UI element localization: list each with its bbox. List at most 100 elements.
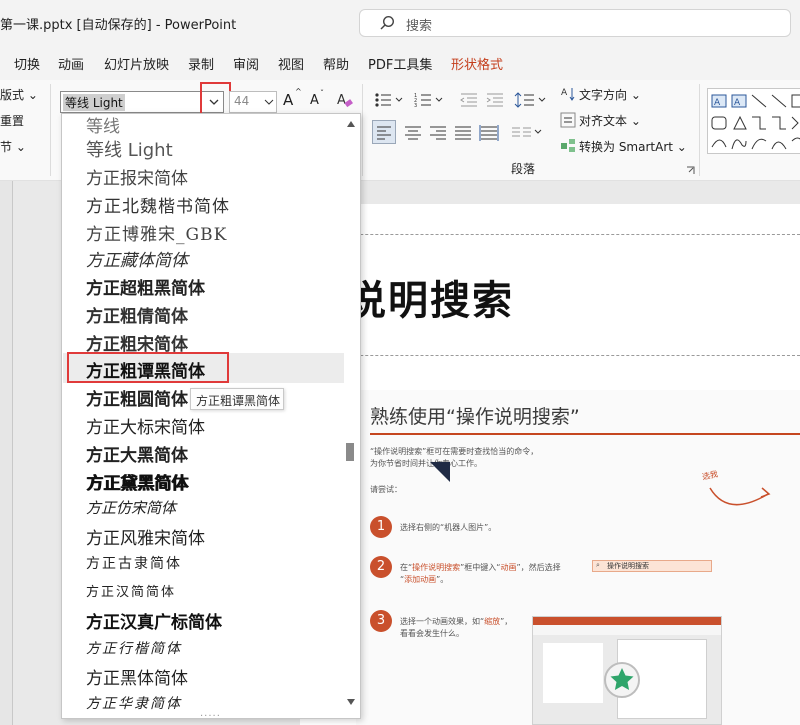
font-option[interactable]: 方正汉真广标简体 [86, 608, 222, 633]
shrink-font-button[interactable]: A [310, 93, 319, 108]
search-placeholder: 搜索 [406, 19, 433, 34]
search-box[interactable]: 搜索 [359, 9, 791, 37]
font-option[interactable]: 方正黑体简体 [86, 664, 188, 689]
slide-title-text[interactable]: 说明搜索 [346, 268, 514, 326]
align-center-icon[interactable] [402, 122, 424, 144]
tab-slideshow[interactable]: 幻灯片放映 [104, 54, 169, 73]
svg-text:A: A [561, 88, 568, 98]
zoom-effect-icon [604, 662, 640, 698]
font-name-value: 等线 Light [63, 94, 125, 111]
font-option[interactable]: 方正粗圆简体 [86, 385, 188, 410]
font-option[interactable]: 等线 Light [86, 136, 173, 162]
tab-pdf-tools[interactable]: PDF工具集 [368, 54, 432, 73]
placeholder-border-bottom [300, 355, 800, 356]
font-tooltip: 方正粗谭黑简体 [190, 388, 284, 410]
chevron-down-icon [264, 99, 274, 105]
window-title: 第一课.pptx [自动保存的] - PowerPoint [0, 18, 237, 33]
tab-review[interactable]: 审阅 [233, 54, 259, 73]
dropdown-scrollbar-thumb[interactable] [346, 443, 354, 461]
align-text-button[interactable]: 对齐文本 ⌄ [579, 112, 641, 129]
tab-transitions[interactable]: 切换 [14, 54, 40, 73]
step-2-badge: 2 [370, 556, 392, 578]
intro-line-2: 为你节省时间并让你专心工作。 [370, 459, 482, 468]
font-option[interactable]: 方正博雅宋_GBK [86, 220, 227, 245]
numbering-icon[interactable]: 123 [414, 92, 444, 108]
svg-text:3: 3 [414, 103, 417, 108]
font-dropdown-list[interactable]: 等线 等线 Light 方正报宋简体 方正北魏楷书简体 方正博雅宋_GBK 方正… [61, 113, 361, 719]
ribbon-divider [699, 84, 700, 176]
font-option[interactable]: 方正行楷简体 [86, 638, 182, 658]
align-right-icon[interactable] [427, 122, 449, 144]
dialog-launcher-icon[interactable] [686, 166, 695, 175]
font-option[interactable]: 方正汉简简体 [86, 581, 176, 600]
step-1-text: 选择右侧的“机器人图片”。 [400, 523, 497, 532]
mock-screenshot [532, 616, 722, 725]
mock-search-text: 操作说明搜索 [607, 562, 649, 570]
tab-view[interactable]: 视图 [278, 54, 304, 73]
align-left-button[interactable] [372, 120, 396, 144]
grow-arrow-icon: ^ [295, 87, 302, 96]
section-button[interactable]: 节 ⌄ [0, 138, 26, 155]
tab-help[interactable]: 帮助 [323, 54, 349, 73]
grow-font-button[interactable]: A [283, 91, 293, 109]
text-direction-icon: A [561, 88, 575, 101]
align-text-icon [560, 112, 576, 128]
line-spacing-icon[interactable] [514, 91, 548, 109]
columns-icon[interactable] [510, 124, 544, 142]
text-direction-button[interactable]: 文字方向 ⌄ [579, 86, 641, 103]
font-size-combobox[interactable]: 44 [229, 91, 277, 113]
mock-slide [543, 643, 603, 703]
svg-text:A: A [714, 98, 721, 108]
reset-button[interactable]: 重置 [0, 112, 24, 129]
tab-record[interactable]: 录制 [188, 54, 214, 73]
font-option[interactable]: 方正仿宋简体 [86, 497, 176, 518]
font-option[interactable]: 方正超粗黑简体 [86, 274, 205, 299]
tab-animations[interactable]: 动画 [58, 54, 84, 73]
step-3-badge: 3 [370, 610, 392, 632]
mock-ribbon [533, 625, 721, 635]
font-option[interactable]: 等线 [86, 112, 120, 137]
shapes-gallery[interactable]: A A [707, 88, 800, 154]
bullets-icon[interactable] [374, 92, 404, 108]
font-option[interactable]: 方正大黑简体 [86, 441, 188, 466]
thumbnail-pane-edge [0, 181, 13, 725]
font-option[interactable]: 方正风雅宋简体 [86, 524, 205, 549]
font-option[interactable]: 方正大标宋简体 [86, 413, 205, 438]
layout-button[interactable]: 版式 ⌄ [0, 86, 38, 103]
decrease-indent-icon[interactable] [459, 92, 479, 108]
font-size-value: 44 [234, 94, 250, 108]
mock-titlebar [533, 617, 721, 625]
step-3-text-line2: 看看会发生什么。 [400, 629, 464, 638]
svg-text:A: A [337, 93, 346, 108]
tab-shape-format[interactable]: 形状格式 [451, 54, 503, 73]
distributed-icon[interactable] [478, 122, 500, 144]
paragraph-group-label: 段落 [511, 162, 536, 176]
font-option[interactable]: 方正报宋简体 [86, 164, 188, 189]
title-bar: 第一课.pptx [自动保存的] - PowerPoint 搜索 [0, 0, 800, 46]
highlight-box-font-option [67, 352, 229, 383]
font-option[interactable]: 方正古隶简体 [86, 553, 182, 573]
convert-smartart-button[interactable]: 转换为 SmartArt ⌄ [579, 138, 687, 155]
search-icon: ⌕ [596, 561, 600, 569]
increase-indent-icon[interactable] [485, 92, 505, 108]
font-option[interactable]: 方正华隶简体 [86, 693, 182, 713]
clear-format-icon[interactable]: A [336, 91, 354, 109]
scroll-up-icon[interactable] [346, 120, 356, 128]
font-option[interactable]: 方正粗倩简体 [86, 302, 188, 327]
search-icon [380, 15, 395, 30]
tooltip-text: 方正粗谭黑简体 [196, 394, 281, 408]
step-2-text-line2: “添加动画”。 [400, 575, 449, 584]
justify-icon[interactable] [452, 122, 474, 144]
title-rule [370, 433, 800, 435]
font-option[interactable]: 方正北魏楷书简体 [86, 192, 230, 217]
ribbon-divider [362, 84, 363, 176]
scroll-down-icon[interactable] [346, 698, 356, 706]
font-option[interactable]: 方正藏体简体 [86, 246, 188, 271]
placeholder-border-top [300, 234, 800, 235]
step-3-text: 选择一个动画效果，如“缩放”， [400, 617, 513, 626]
font-option[interactable]: 方正黛黑简体 [86, 469, 188, 494]
align-left-icon [377, 126, 391, 140]
svg-text:A: A [734, 98, 741, 108]
resize-grip[interactable]: ..... [200, 708, 221, 719]
mock-search-box: ⌕ 操作说明搜索 [592, 560, 712, 572]
